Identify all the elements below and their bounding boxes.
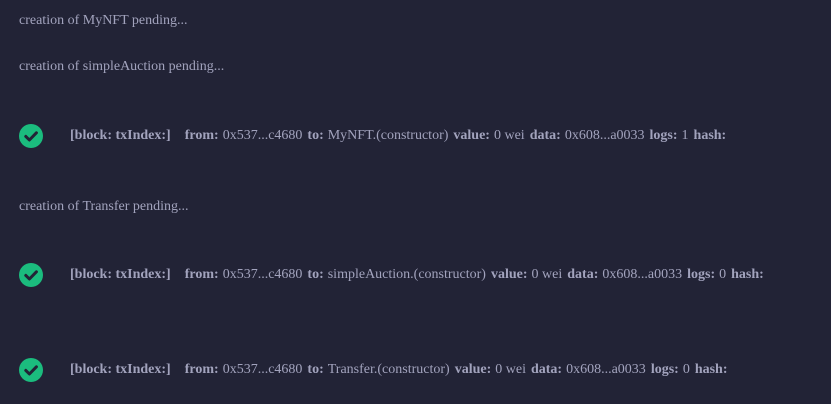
from-label: from: bbox=[184, 128, 219, 143]
value-amount: 0 wei bbox=[531, 267, 563, 282]
data-value: 0x608...a0033 bbox=[566, 362, 646, 377]
logs-label: logs: bbox=[650, 362, 679, 377]
check-circle-icon bbox=[19, 358, 43, 382]
pending-message-mynft: creation of MyNFT pending... bbox=[19, 13, 188, 28]
to-label: to: bbox=[307, 128, 324, 143]
data-label: data: bbox=[529, 128, 561, 143]
logs-count: 0 bbox=[719, 267, 727, 282]
transaction-summary: [block: txIndex:] from: 0x537...c4680 to… bbox=[70, 128, 726, 144]
data-label: data: bbox=[567, 267, 599, 282]
to-label: to: bbox=[307, 267, 324, 282]
logs-count: 0 bbox=[682, 362, 690, 377]
check-circle-icon bbox=[19, 263, 43, 287]
to-target: MyNFT.(constructor) bbox=[327, 128, 449, 143]
value-label: value: bbox=[490, 267, 528, 282]
block-txindex-label: [block: txIndex:] bbox=[70, 362, 171, 377]
to-target: simpleAuction.(constructor) bbox=[327, 267, 486, 282]
data-value: 0x608...a0033 bbox=[602, 267, 683, 282]
transaction-summary: [block: txIndex:] from: 0x537...c4680 to… bbox=[70, 267, 764, 283]
from-label: from: bbox=[184, 362, 219, 377]
transaction-summary: [block: txIndex:] from: 0x537...c4680 to… bbox=[70, 362, 728, 378]
transaction-row[interactable]: [block: txIndex:] from: 0x537...c4680 to… bbox=[19, 123, 726, 149]
data-value: 0x608...a0033 bbox=[564, 128, 645, 143]
from-label: from: bbox=[184, 267, 219, 282]
to-label: to: bbox=[307, 362, 324, 377]
to-target: Transfer.(constructor) bbox=[327, 362, 450, 377]
transaction-row[interactable]: [block: txIndex:] from: 0x537...c4680 to… bbox=[19, 357, 728, 383]
from-address: 0x537...c4680 bbox=[222, 128, 303, 143]
block-txindex-label: [block: txIndex:] bbox=[70, 267, 171, 282]
value-label: value: bbox=[453, 128, 490, 143]
from-address: 0x537...c4680 bbox=[222, 362, 303, 377]
pending-message-transfer: creation of Transfer pending... bbox=[19, 199, 189, 214]
hash-label: hash: bbox=[694, 362, 728, 377]
value-label: value: bbox=[454, 362, 492, 377]
value-amount: 0 wei bbox=[493, 128, 525, 143]
pending-message-simpleauction: creation of simpleAuction pending... bbox=[19, 59, 225, 74]
logs-label: logs: bbox=[649, 128, 678, 143]
transaction-row[interactable]: [block: txIndex:] from: 0x537...c4680 to… bbox=[19, 262, 764, 288]
hash-label: hash: bbox=[693, 128, 727, 143]
block-txindex-label: [block: txIndex:] bbox=[70, 128, 171, 143]
data-label: data: bbox=[530, 362, 563, 377]
check-circle-icon bbox=[19, 124, 43, 148]
value-amount: 0 wei bbox=[495, 362, 526, 377]
hash-label: hash: bbox=[731, 267, 764, 282]
logs-count: 1 bbox=[681, 128, 689, 143]
logs-label: logs: bbox=[687, 267, 716, 282]
from-address: 0x537...c4680 bbox=[222, 267, 303, 282]
